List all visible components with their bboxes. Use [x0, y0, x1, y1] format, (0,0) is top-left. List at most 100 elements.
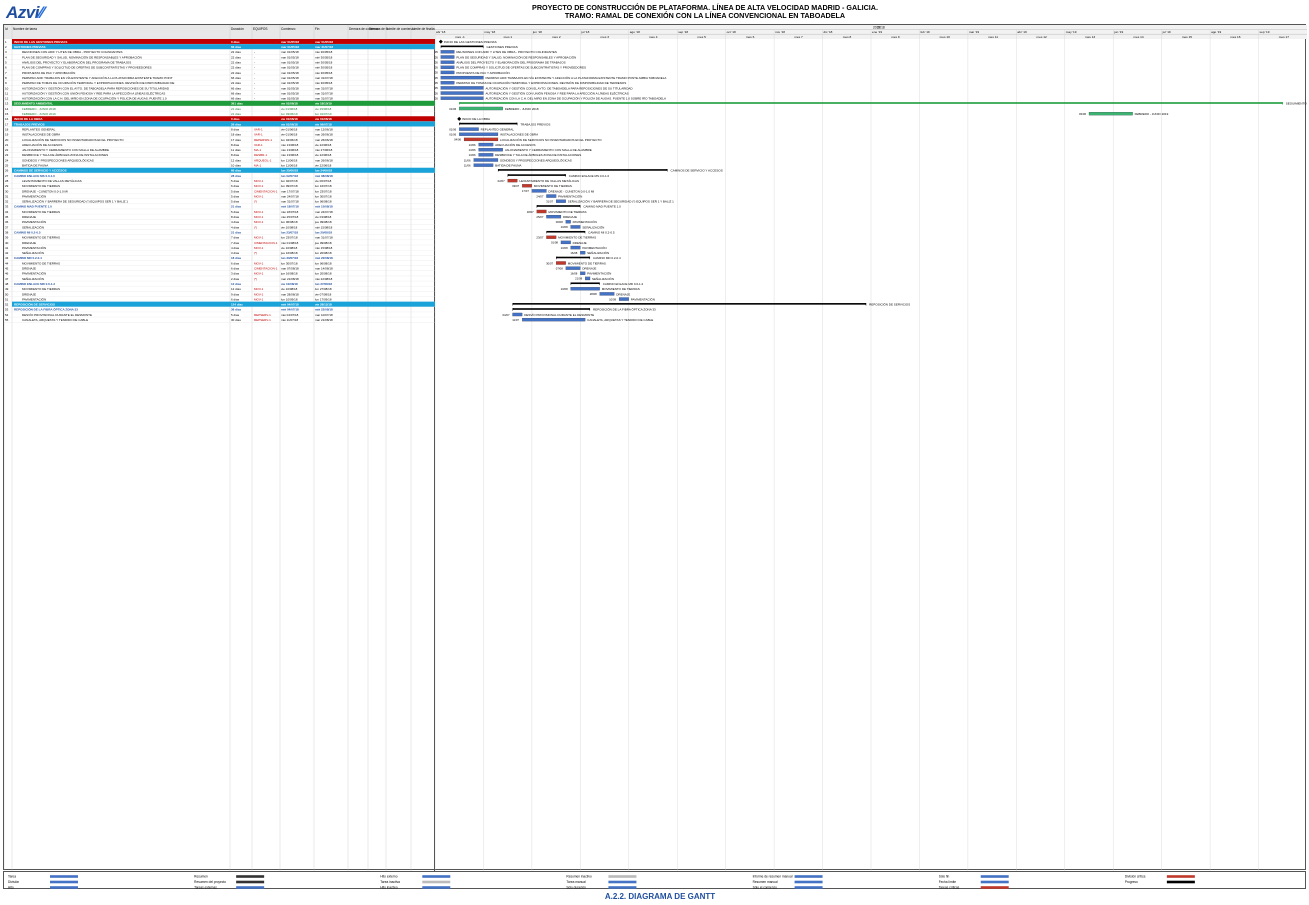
task-name: DESVÍO PROVISIONAL DURANTE EL DESMONTE: [22, 313, 92, 317]
task-name: AUTORIZACIÓN Y GESTIÓN CON EL AYTO. DE T…: [22, 85, 170, 90]
table-row-highlight: [12, 121, 435, 127]
task-name: REUNIONES CON ADIF Y LITES DE OBRA - PRO…: [22, 50, 123, 54]
task-duration: 9 días: [231, 292, 240, 296]
task-name: BATIDA DE FAUNA: [22, 164, 48, 168]
legend-canvas: Tarea DivisiónHito Resumen Resumen del proy…: [8, 874, 1195, 889]
task-bar: [478, 153, 494, 157]
task-equipment: MOV-1: [254, 261, 264, 265]
bar-label: SEÑALIZACIÓN Y BARRERA DE SEGURIDAD (*) …: [568, 199, 674, 204]
task-id: 40: [5, 241, 9, 245]
task-bar: [546, 215, 562, 219]
task-name: DRENAJE: [22, 241, 36, 245]
task-start: mié 11/07/18: [281, 318, 298, 322]
bar-start-date: 04/07: [503, 313, 510, 317]
task-equipment: MOV-1: [254, 179, 264, 183]
bar-start-date: 02/07: [498, 179, 505, 183]
task-equipment: -: [254, 50, 255, 54]
bar-label: SEÑALIZACIÓN: [587, 250, 609, 255]
task-start: mar 01/05/18: [281, 97, 299, 101]
task-start: lun 06/08/18: [281, 220, 298, 224]
project-title: PROYECTO DE CONSTRUCCIÓN DE PLATAFORMA. …: [440, 3, 970, 20]
task-name: SEÑALIZACIÓN: [22, 276, 44, 281]
task-bar: [463, 137, 499, 142]
legend-item-label: Progreso: [1125, 880, 1138, 884]
task-duration: 4 días: [231, 246, 240, 250]
task-name: INICIO DE LAS GESTIONES PREVIAS: [14, 40, 67, 44]
task-bar: [440, 81, 455, 85]
bar-label: PAVIMENTACIÓN: [631, 296, 655, 301]
task-equipment: VAR-1: [254, 127, 263, 131]
legend-item-label: Resumen del proyecto: [194, 880, 226, 884]
task-id: 29: [5, 184, 9, 188]
bar-start-date: 30/07: [546, 261, 553, 265]
task-name: SONDEOS Y PROSPECCIONES ARQUEOLÓGICAS: [22, 157, 94, 162]
task-start: mar 31/07/18: [281, 200, 299, 204]
task-duration: 5 días: [231, 194, 240, 198]
task-name: CAMINO MAD PUENTE 1.0: [14, 205, 52, 209]
bar-label: DRENAJE: [582, 267, 596, 271]
table-row-highlight: [12, 100, 435, 106]
task-end: vie 22/06/18: [315, 153, 332, 157]
task-duration: 0 días: [231, 117, 240, 121]
task-start: mar 01/05/18: [281, 71, 299, 75]
task-bar: [440, 70, 455, 75]
task-duration: 5 días: [231, 210, 240, 214]
task-end: mar 10/07/18: [315, 313, 333, 317]
legend-item-swatch: [422, 886, 451, 889]
task-duration: 21 días: [231, 112, 241, 116]
legend-item-label: Tarea inactiva: [380, 880, 400, 884]
task-duration: 66 días: [231, 45, 242, 49]
task-duration: 5 días: [231, 189, 240, 193]
month-number-label: mes 2: [552, 35, 561, 39]
bar-start-date: 17/07: [522, 189, 529, 193]
task-id: 54: [5, 313, 9, 317]
task-name: CANALETA, ARQUETAS Y TENDIDO DE CABLE: [22, 318, 88, 322]
bar-start-date: 25/07: [536, 215, 543, 219]
task-start: jue 16/08/18: [280, 251, 298, 255]
month-number-label: mes 11: [988, 35, 998, 39]
bar-label: MOVIMIENTO DE TIERRAS: [568, 261, 606, 265]
task-end: lun 06/08/18: [315, 200, 332, 204]
task-name: MOVIMIENTO DE TIERRAS: [22, 236, 60, 240]
task-end: vie 07/09/18: [315, 292, 332, 296]
legend-item-label: Tarea manual: [566, 880, 586, 884]
task-bar: [440, 55, 455, 59]
table-row-highlight: [12, 116, 435, 122]
legend-item-label: Resumen manual: [753, 880, 778, 884]
task-equipment: MOV-1: [254, 215, 264, 219]
task-bar: [570, 287, 600, 291]
task-start: vie 10/08/18: [281, 282, 298, 286]
task-bar: [570, 225, 581, 229]
task-equipment: -: [254, 55, 255, 59]
bar-start-date: 03/06: [1079, 112, 1086, 116]
task-start: mié 18/07/18: [281, 205, 299, 209]
task-equipment: MOV-1: [254, 272, 264, 276]
task-start: lun 02/07/18: [281, 174, 298, 178]
task-start: lun 04/06/18: [281, 138, 298, 142]
task-end: vie 06/07/18: [315, 122, 332, 126]
task-name: PLAN DE COMPRAS Y SOLICITUD DE OFERTAS D…: [22, 66, 152, 70]
task-end: lun 27/08/18: [315, 282, 332, 286]
task-end: mar 01/05/18: [315, 40, 333, 44]
task-start: lun 10/09/18: [281, 297, 298, 301]
month-number-label: mes 4: [649, 35, 658, 39]
task-name: GESTIONES PREVIAS: [14, 45, 46, 49]
bar-start-date: 10/08: [561, 246, 568, 250]
task-end: mié 30/05/18: [315, 66, 333, 70]
task-start: mar 01/05/18: [281, 45, 299, 49]
bar-label: MOVIMIENTO DE TIERRAS: [548, 210, 586, 214]
bar-start-date: 06/08: [556, 220, 563, 224]
task-name: PAVIMENTACIÓN: [22, 296, 46, 301]
task-duration: 7 días: [231, 241, 240, 245]
task-name: PROPUESTA DE PAC Y APROBACIÓN: [22, 70, 75, 75]
legend-item-swatch: [608, 875, 637, 878]
task-id: 22: [5, 148, 9, 152]
task-equipment: MOV-1: [254, 220, 264, 224]
bar-start-date: 11/06: [464, 163, 471, 167]
task-id: 34: [5, 210, 9, 214]
task-start: mar 01/05/18: [281, 81, 299, 85]
task-equipment: -: [254, 61, 255, 65]
summary-bar: [497, 169, 668, 171]
task-start: mar 01/05/18: [281, 55, 299, 59]
column-header-eq: EQUIPOS: [253, 27, 268, 31]
